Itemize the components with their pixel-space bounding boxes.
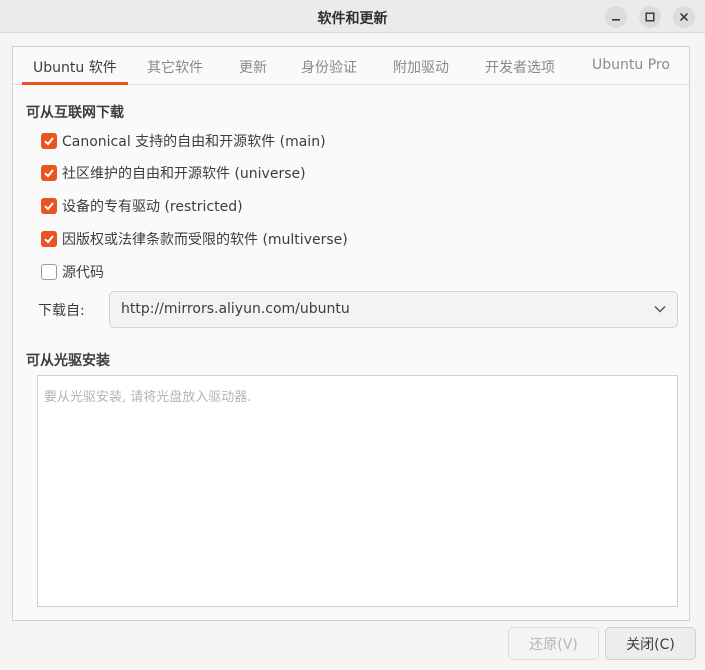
minimize-button[interactable] <box>605 6 627 28</box>
checkmark-icon <box>44 202 54 211</box>
option-universe[interactable]: 社区维护的自由和开源软件 (universe) <box>41 162 306 184</box>
download-server-dropdown[interactable]: http://mirrors.aliyun.com/ubuntu <box>109 291 678 328</box>
maximize-icon <box>645 12 655 22</box>
option-restricted[interactable]: 设备的专有驱动 (restricted) <box>41 195 243 217</box>
option-label: 社区维护的自由和开源软件 (universe) <box>62 166 306 182</box>
checkbox-multiverse[interactable] <box>41 231 57 247</box>
internet-section-title: 可从互联网下载 <box>26 105 124 121</box>
chevron-down-icon <box>654 305 666 313</box>
tab-developer-options[interactable]: 开发者选项 <box>485 57 555 77</box>
main-panel: Ubuntu 软件 其它软件 更新 身份验证 附加驱动 开发者选项 Ubuntu… <box>12 46 690 621</box>
maximize-button[interactable] <box>639 6 661 28</box>
option-label: Canonical 支持的自由和开源软件 (main) <box>62 134 326 150</box>
tab-updates[interactable]: 更新 <box>239 57 267 77</box>
checkmark-icon <box>44 169 54 178</box>
active-tab-indicator <box>22 82 128 85</box>
tab-bar: Ubuntu 软件 其它软件 更新 身份验证 附加驱动 开发者选项 Ubuntu… <box>13 47 689 85</box>
download-from-label: 下载自: <box>38 303 85 319</box>
minimize-icon <box>612 19 620 21</box>
checkbox-main[interactable] <box>41 133 57 149</box>
checkmark-icon <box>44 137 54 146</box>
checkbox-universe[interactable] <box>41 165 57 181</box>
option-multiverse[interactable]: 因版权或法律条款而受限的软件 (multiverse) <box>41 228 348 250</box>
option-label: 因版权或法律条款而受限的软件 (multiverse) <box>62 232 348 248</box>
cdrom-section-title: 可从光驱安装 <box>26 353 110 369</box>
cdrom-list[interactable]: 要从光驱安装, 请将光盘放入驱动器. <box>37 375 678 607</box>
option-source-code[interactable]: 源代码 <box>41 261 104 283</box>
option-main[interactable]: Canonical 支持的自由和开源软件 (main) <box>41 130 326 152</box>
tab-other-software[interactable]: 其它软件 <box>147 57 203 77</box>
option-label: 设备的专有驱动 (restricted) <box>62 199 243 215</box>
tab-authentication[interactable]: 身份验证 <box>301 57 357 77</box>
checkbox-restricted[interactable] <box>41 198 57 214</box>
checkbox-source-code[interactable] <box>41 264 57 280</box>
software-updates-window: 软件和更新 Ubuntu 软件 其它软件 更新 身份验证 附加驱动 开发者选项 … <box>0 0 705 670</box>
title-bar[interactable]: 软件和更新 <box>0 0 705 33</box>
close-button[interactable]: 关闭(C) <box>605 627 696 660</box>
window-title: 软件和更新 <box>317 11 388 27</box>
close-icon <box>679 12 689 22</box>
tab-ubuntu-pro[interactable]: Ubuntu Pro <box>592 57 670 73</box>
close-window-button[interactable] <box>673 6 695 28</box>
tab-additional-drivers[interactable]: 附加驱动 <box>393 57 449 77</box>
option-label: 源代码 <box>62 265 104 281</box>
download-server-value: http://mirrors.aliyun.com/ubuntu <box>121 301 350 317</box>
cdrom-placeholder: 要从光驱安装, 请将光盘放入驱动器. <box>44 390 252 405</box>
checkmark-icon <box>44 235 54 244</box>
revert-button[interactable]: 还原(V) <box>508 627 599 660</box>
tab-ubuntu-software[interactable]: Ubuntu 软件 <box>33 57 117 77</box>
